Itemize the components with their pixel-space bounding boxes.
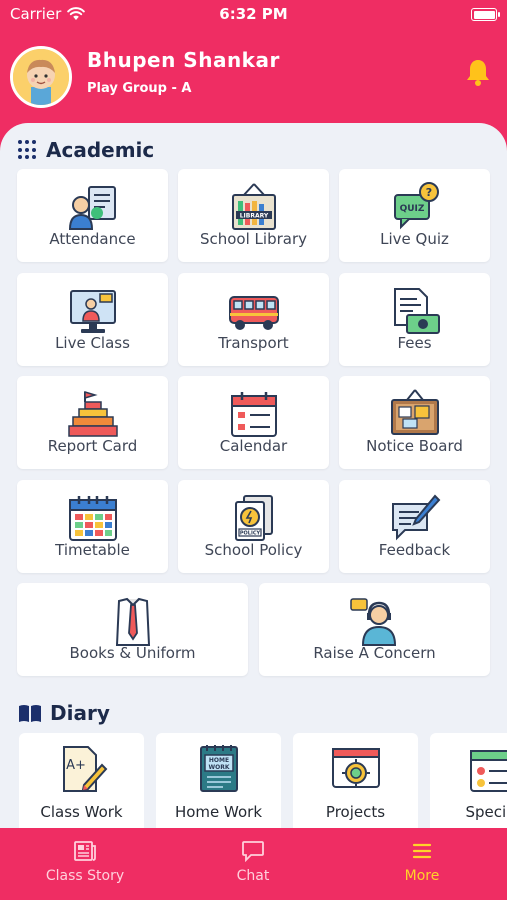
academic-title: Academic [46,138,155,162]
tile-home-work[interactable]: HOME WORK Home Work [156,733,281,828]
quiz-icon: QUIZ ? [393,182,439,230]
tab-label: More [404,868,440,884]
profile-header: Bhupen Shankar Play Group - A [0,30,507,130]
svg-text:A+: A+ [66,758,86,773]
policy-icon: POLICY [234,495,273,541]
uniform-icon [115,597,150,646]
tile-label: Live Class [55,334,130,352]
tile-label: Home Work [174,803,263,821]
tile-class-work[interactable]: A+ Class Work [19,733,144,828]
tile-label: Class Work [40,803,123,821]
timetable-icon [68,496,117,541]
tile-label: Transport [218,334,289,352]
calendar-icon [230,392,277,437]
diary-title: Diary [50,701,110,725]
tile-projects[interactable]: Projects [293,733,418,828]
bus-icon [228,296,279,330]
tile-label: Projects [325,803,386,821]
live-class-icon [69,290,116,333]
status-bar: Carrier 6:32 PM [0,0,507,30]
feedback-icon [391,494,440,541]
tile-feedback[interactable]: Feedback [339,480,490,573]
tile-label: Calendar [219,437,288,455]
tab-class-story[interactable]: Class Story [25,840,145,884]
tile-calendar[interactable]: Calendar [178,376,329,469]
tile-label: Fees [397,334,432,352]
tile-books-uniform[interactable]: Books & Uniform [17,583,248,676]
tile-transport[interactable]: Transport [178,273,329,366]
svg-text:QUIZ: QUIZ [399,204,424,214]
svg-text:?: ? [425,186,431,199]
tile-live-quiz[interactable]: QUIZ ? Live Quiz [339,169,490,262]
tile-fees[interactable]: Fees [339,273,490,366]
notice-board-icon [390,389,439,435]
tile-label: Attendance [49,230,136,248]
tab-more[interactable]: More [362,840,482,884]
tile-notice-board[interactable]: Notice Board [339,376,490,469]
tile-label: Books & Uniform [69,644,196,662]
tab-chat[interactable]: Chat [193,840,313,884]
attendance-icon [68,186,116,230]
tab-label: Class Story [45,868,125,884]
diary-section-title: Diary [18,701,110,725]
tile-timetable[interactable]: Timetable [17,480,168,573]
bell-icon[interactable] [465,58,491,86]
academic-section-title: Academic [18,138,154,162]
tile-school-library[interactable]: LIBRARY School Library [178,169,329,262]
fees-icon [393,288,440,334]
svg-text:LIBRARY: LIBRARY [239,213,268,220]
tile-school-policy[interactable]: POLICY School Policy [178,480,329,573]
main-content[interactable]: Academic Attendance LIBRARY School Libra… [0,123,507,828]
book-icon [19,705,41,722]
user-class: Play Group - A [87,81,192,96]
report-card-icon [67,390,118,437]
tile-report-card[interactable]: Report Card [17,376,168,469]
tile-label: School Policy [204,541,303,559]
avatar[interactable] [10,46,72,108]
svg-text:POLICY: POLICY [239,531,260,537]
tile-label: Feedback [378,541,451,559]
library-icon: LIBRARY [231,183,276,230]
user-name: Bhupen Shankar [87,48,280,72]
tile-label: Timetable [55,541,130,559]
tile-live-class[interactable]: Live Class [17,273,168,366]
chat-icon [242,841,264,862]
grid-icon [18,140,38,160]
tab-label: Chat [236,868,270,884]
home-work-icon: HOME WORK [199,745,238,792]
tile-label: Raise A Concern [313,644,436,662]
tile-label: School Library [199,230,307,248]
newspaper-icon [74,841,96,861]
support-agent-icon [349,598,396,646]
tab-bar: Class Story Chat More [0,828,507,900]
tile-label: Live Quiz [380,230,449,248]
tile-special[interactable]: Special [430,733,507,828]
tile-raise-concern[interactable]: Raise A Concern [259,583,490,676]
menu-icon [412,843,432,859]
svg-text:WORK: WORK [208,764,229,771]
projects-icon [331,748,380,788]
child-avatar-icon [13,49,69,105]
clock: 6:32 PM [219,5,288,23]
special-icon [469,750,507,792]
class-work-icon: A+ [62,746,107,792]
tile-label: Report Card [47,437,138,455]
tile-attendance[interactable]: Attendance [17,169,168,262]
tile-label: Notice Board [366,437,463,455]
svg-text:HOME: HOME [208,757,228,764]
tile-label: Special [465,803,507,821]
battery-icon [471,8,500,21]
